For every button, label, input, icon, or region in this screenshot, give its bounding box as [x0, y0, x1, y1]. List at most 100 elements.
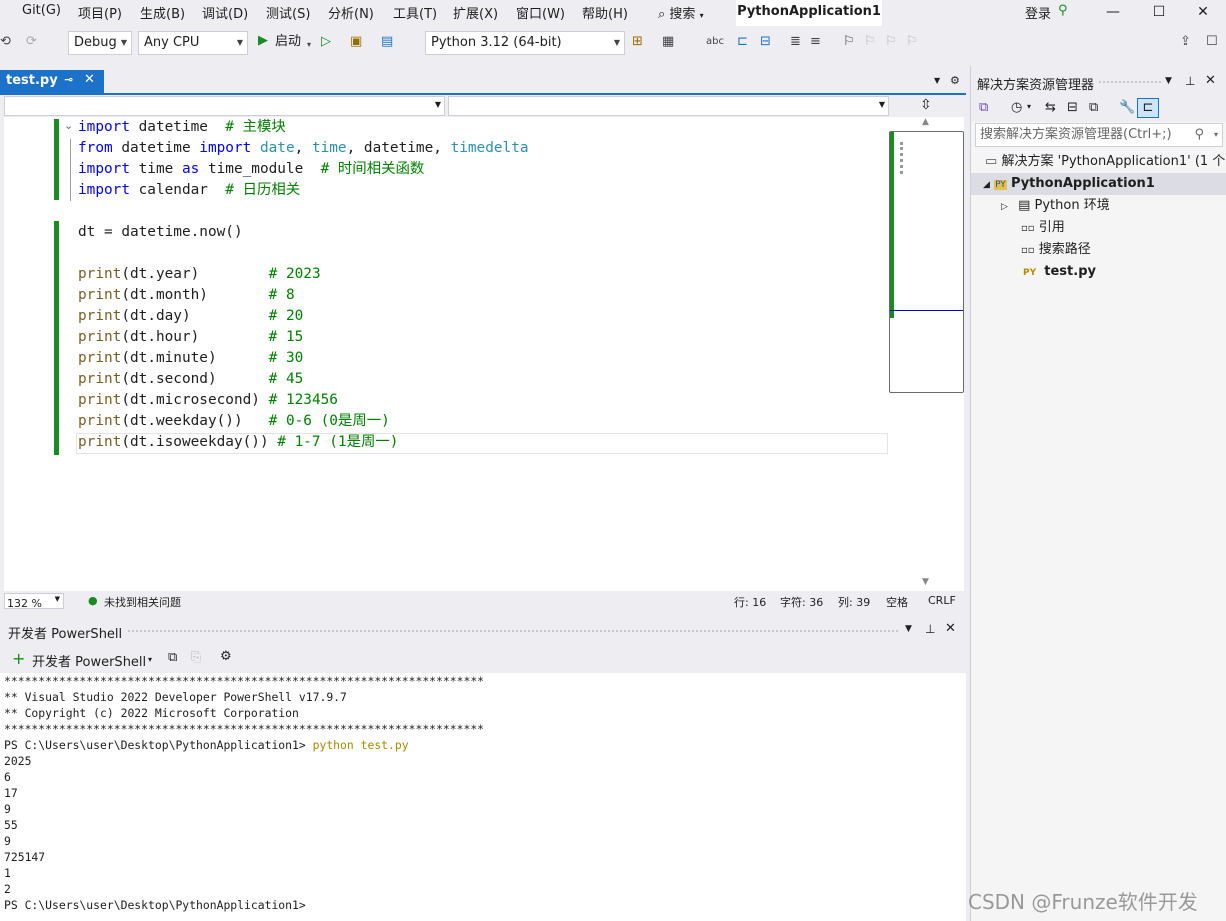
search-label: 搜索: [669, 7, 696, 22]
scroll-up-icon[interactable]: ▲: [922, 117, 929, 127]
solution-search-input[interactable]: 搜索解决方案资源管理器(Ctrl+;) ⚲ ▾: [975, 123, 1223, 147]
minimap-change-bar: [890, 132, 894, 318]
tab-test-py[interactable]: test.py ⊸ ✕: [0, 70, 104, 94]
tree-item-references[interactable]: ▫▫ 引用: [1021, 217, 1065, 239]
start-icon[interactable]: ▶: [258, 34, 268, 48]
code-token: print: [78, 266, 122, 282]
solution-search-placeholder: 搜索解决方案资源管理器(Ctrl+;): [980, 127, 1172, 142]
chevron-down-icon[interactable]: ▾: [1027, 102, 1031, 111]
feedback-icon[interactable]: ☐: [1206, 35, 1218, 49]
config-select[interactable]: Debug ▼: [68, 31, 132, 55]
code-token: print: [78, 287, 122, 303]
collapse-all-icon[interactable]: ⊟: [1067, 100, 1078, 115]
split-icon[interactable]: ⇳: [920, 97, 932, 113]
editor-status-strip: 132 % ▼ ● 未找到相关问题 行: 16 字符: 36 列: 39 空格 C…: [4, 591, 964, 611]
login-button[interactable]: 登录: [1025, 3, 1051, 22]
chevron-down-icon[interactable]: ▼: [905, 624, 912, 634]
copy-icon[interactable]: ⧉: [168, 650, 177, 665]
new-terminal-button[interactable]: 开发者 PowerShell: [32, 651, 146, 670]
minimize-button[interactable]: —: [1090, 0, 1136, 26]
tree-item-project[interactable]: ◢ PY PythonApplication1: [971, 173, 1226, 195]
clear-bookmark-icon[interactable]: ⚐: [906, 35, 918, 49]
spell-check-icon[interactable]: abc: [706, 35, 724, 49]
terminal-line: ** Visual Studio 2022 Developer PowerShe…: [4, 690, 347, 704]
menu-window[interactable]: 窗口(W): [516, 3, 565, 22]
next-bookmark-icon[interactable]: ⚐: [885, 35, 897, 49]
step-icon[interactable]: ⊏: [737, 35, 748, 49]
account-icon[interactable]: ⚲: [1058, 3, 1068, 18]
code-line: import datetime # 主模块: [78, 117, 286, 138]
package-icon[interactable]: ⊞: [632, 35, 643, 49]
chevron-down-icon[interactable]: ▼: [1165, 76, 1172, 86]
code-editor[interactable]: ⌄ import datetime # 主模块 from datetime imp…: [4, 117, 964, 591]
scroll-down-icon[interactable]: ▼: [922, 577, 929, 587]
menu-help[interactable]: 帮助(H): [582, 3, 628, 22]
terminal-line: ****************************************…: [4, 674, 485, 688]
close-tab-icon[interactable]: ✕: [84, 72, 95, 87]
switch-view-icon[interactable]: ⧉: [979, 100, 988, 115]
whitespace-mode[interactable]: 空格: [886, 594, 908, 610]
back-icon[interactable]: ⟲: [0, 35, 11, 49]
menu-project[interactable]: 项目(P): [78, 3, 122, 22]
menu-git[interactable]: Git(G): [22, 3, 61, 18]
type-dropdown[interactable]: ▼: [4, 96, 445, 116]
layout-icon[interactable]: ▦: [662, 35, 674, 49]
prev-bookmark-icon[interactable]: ⚐: [864, 35, 876, 49]
pin-icon[interactable]: ⊸: [64, 73, 73, 86]
outdent-icon[interactable]: ≡: [810, 35, 821, 49]
bookmark-icon[interactable]: ⚐: [843, 35, 855, 49]
close-icon[interactable]: ✕: [1205, 73, 1216, 88]
chevron-down-icon[interactable]: ▼: [934, 76, 940, 85]
menu-analyze[interactable]: 分析(N): [328, 3, 374, 22]
menu-build[interactable]: 生成(B): [140, 3, 185, 22]
forward-icon[interactable]: ⟳: [26, 35, 37, 49]
share-icon[interactable]: ⇪: [1180, 35, 1191, 49]
zoom-select[interactable]: 132 % ▼: [4, 593, 64, 610]
start-button-label[interactable]: 启动: [275, 35, 301, 49]
history-icon[interactable]: ◷: [1011, 100, 1022, 115]
collapse-icon[interactable]: ⌄: [64, 119, 73, 132]
window-icon[interactable]: ▤: [381, 35, 393, 49]
plus-icon[interactable]: +: [12, 649, 25, 668]
issues-text[interactable]: 未找到相关问题: [104, 594, 181, 610]
chevron-down-icon[interactable]: ▾: [148, 655, 152, 664]
pin-icon[interactable]: ⊥: [925, 622, 935, 636]
zoom-value: 132 %: [7, 597, 42, 610]
indent-icon[interactable]: ≣: [790, 35, 801, 49]
platform-select[interactable]: Any CPU ▼: [138, 31, 248, 55]
line-ending[interactable]: CRLF: [928, 594, 956, 607]
python-env-select[interactable]: Python 3.12 (64-bit) ▼: [425, 31, 625, 55]
terminal-panel-title: 开发者 PowerShell: [8, 627, 123, 642]
gear-icon[interactable]: ⚙: [220, 649, 232, 664]
change-indicator: [54, 221, 59, 455]
terminal-line: 2: [4, 882, 11, 896]
tree-item-test-py[interactable]: PY test.py: [1023, 261, 1096, 283]
close-button[interactable]: ✕: [1180, 0, 1226, 26]
chevron-down-icon[interactable]: ▾: [307, 38, 311, 52]
member-dropdown[interactable]: ▼: [448, 96, 889, 116]
menu-debug[interactable]: 调试(D): [202, 3, 248, 22]
preview-icon[interactable]: ⊏: [1137, 98, 1159, 118]
search-button[interactable]: ⌕ 搜索 ▾: [658, 3, 704, 22]
minimap[interactable]: [889, 131, 964, 393]
tree-item-python-env[interactable]: ▷ ▤ Python 环境: [1001, 195, 1110, 217]
bookmark-list-icon[interactable]: ⊟: [760, 35, 771, 49]
code-token: print: [78, 308, 122, 324]
properties-icon[interactable]: 🔧: [1119, 100, 1135, 115]
terminal-output[interactable]: ****************************************…: [0, 673, 966, 921]
paste-icon[interactable]: ⎘: [191, 650, 201, 665]
close-icon[interactable]: ✕: [945, 621, 956, 636]
folder-icon[interactable]: ▣: [350, 35, 362, 49]
menu-extensions[interactable]: 扩展(X): [453, 3, 498, 22]
sync-icon[interactable]: ⇆: [1045, 100, 1056, 115]
menu-test[interactable]: 测试(S): [266, 3, 310, 22]
pin-icon[interactable]: ⊥: [1185, 74, 1195, 88]
code-token: (dt.second): [121, 371, 269, 387]
gear-icon[interactable]: ⚙: [950, 74, 960, 87]
tree-item-solution[interactable]: ▭ 解决方案 'PythonApplication1' (1 个: [985, 151, 1225, 173]
menu-tools[interactable]: 工具(T): [393, 3, 437, 22]
tree-item-search-paths[interactable]: ▫▫ 搜索路径: [1021, 239, 1091, 261]
show-all-files-icon[interactable]: ⧉: [1089, 100, 1098, 115]
start-without-debug-icon[interactable]: ▷: [321, 35, 331, 49]
maximize-button[interactable]: ☐: [1136, 0, 1182, 26]
